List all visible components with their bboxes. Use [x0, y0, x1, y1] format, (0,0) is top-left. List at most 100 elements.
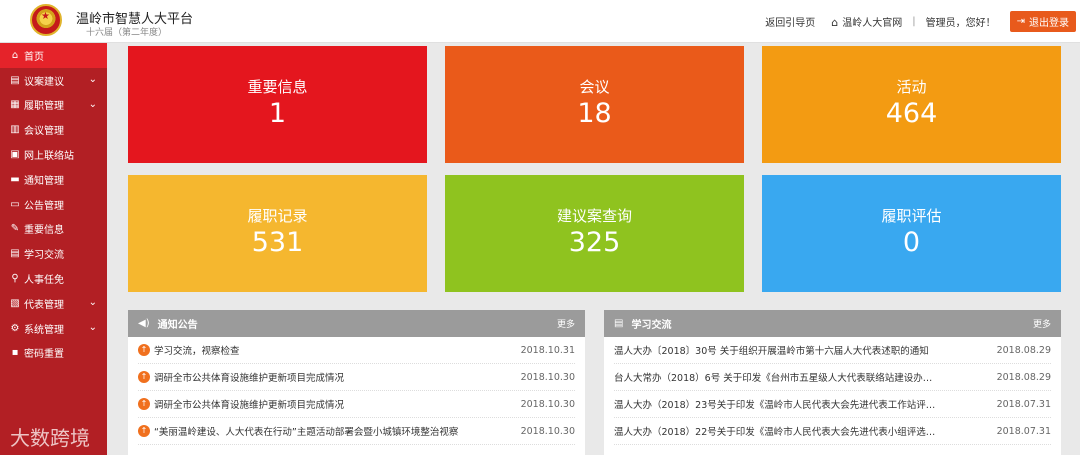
tile-value: 0 — [902, 227, 921, 258]
notice-row-text: 调研全市公共体育设施维护更新项目完成情况 — [154, 373, 345, 384]
notice-row-text: “美丽温岭建设、人大代表在行动”主题活动部署会暨小城镇环境整治视察 — [154, 427, 459, 438]
back-to-guide-link[interactable]: 返回引导页 — [757, 14, 823, 29]
sidebar-item-study-exchange[interactable]: ▤ 学习交流 — [0, 241, 107, 266]
station-icon: ▣ — [10, 149, 20, 161]
study-row[interactable]: 温人大办〔2018〕30号 关于组织开展温岭市第十六届人大代表述职的通知 2018… — [614, 337, 1051, 364]
notice-panel-header: ◀) 通知公告 更多 — [128, 310, 585, 337]
sidebar-item-notice-management[interactable]: ▬ 通知管理 — [0, 167, 107, 192]
tile-activities[interactable]: 活动 464 — [762, 46, 1061, 163]
sidebar-item-meeting-management[interactable]: ▥ 会议管理 — [0, 117, 107, 142]
tile-value: 1 — [268, 98, 287, 129]
notice-panel-title: 通知公告 — [157, 320, 198, 331]
lock-icon: ▪ — [11, 347, 19, 359]
gear-icon: ⚙ — [10, 322, 20, 334]
top-header: 温岭市智慧人大平台 十六届（第二年度） 返回引导页 ⌂温岭人大官网 | 管理员，… — [0, 0, 1080, 43]
site-subtitle: 十六届（第二年度） — [86, 28, 168, 38]
watermark: 大数跨境 — [10, 426, 90, 450]
national-emblem-logo — [30, 4, 62, 36]
arrow-up-icon: ↑ — [138, 371, 150, 383]
tile-value: 531 — [251, 227, 304, 258]
sidebar-item-home[interactable]: ⌂ 首页 — [0, 43, 107, 68]
arrow-up-icon: ↑ — [138, 398, 150, 410]
study-row-date: 2018.07.31 — [996, 398, 1051, 410]
header-actions: 返回引导页 ⌂ 温岭人大官网 | 管理员，您好！ ⇥ 退出登录 — [757, 0, 1080, 43]
sidebar-item-label: 重要信息 — [24, 225, 64, 237]
study-row-date: 2018.08.29 — [996, 371, 1051, 383]
calendar-icon: ▥ — [10, 124, 20, 136]
chevron-down-icon: ⌄ — [88, 321, 97, 333]
tile-label: 建议案查询 — [556, 207, 632, 225]
sidebar-item-announcement-management[interactable]: ▭ 公告管理 — [0, 192, 107, 217]
sidebar-item-label: 学习交流 — [24, 250, 64, 262]
sidebar-item-label: 议案建议 — [24, 76, 64, 88]
tile-important-info[interactable]: 重要信息 1 — [128, 46, 427, 163]
study-row-text: 温人大办〔2018〕30号 关于组织开展温岭市第十六届人大代表述职的通知 — [614, 346, 929, 357]
sidebar-item-important-info[interactable]: ✎ 重要信息 — [0, 217, 107, 242]
tile-proposal-query[interactable]: 建议案查询 325 — [445, 175, 744, 292]
notice-row-date: 2018.10.30 — [520, 371, 575, 383]
folder-icon: ▭ — [10, 198, 20, 210]
official-site-link[interactable]: ⌂ 温岭人大官网 — [823, 14, 910, 29]
notice-row[interactable]: ↑ 学习交流，视察检查 2018.10.31 — [138, 337, 575, 364]
sidebar-nav: ⌂ 首页 ▤ 议案建议 ⌄ ▦ 履职管理 ⌄ ▥ 会议管理 ▣ 网上联络站 ▬ 通知管理 ▭ 公告… — [0, 43, 107, 455]
sidebar-item-label: 公告管理 — [24, 200, 64, 212]
tile-label: 履职记录 — [247, 207, 308, 225]
sidebar-item-online-station[interactable]: ▣ 网上联络站 — [0, 142, 107, 167]
sidebar-item-password-reset[interactable]: ▪ 密码重置 — [0, 341, 107, 366]
study-panel-title: 学习交流 — [631, 320, 672, 331]
arrow-up-icon: ↑ — [138, 425, 150, 437]
notice-row[interactable]: ↑ “美丽温岭建设、人大代表在行动”主题活动部署会暨小城镇环境整治视察 2018.1… — [138, 418, 575, 445]
sidebar-item-representative-management[interactable]: ▧ 代表管理 ⌄ — [0, 291, 107, 316]
sidebar-item-label: 人事任免 — [24, 275, 64, 287]
chevron-down-icon: ⌄ — [88, 296, 97, 308]
tile-duty-records[interactable]: 履职记录 531 — [128, 175, 427, 292]
tile-label: 活动 — [896, 78, 927, 96]
home-icon: ⌂ — [11, 49, 19, 61]
megaphone-icon: ✎ — [10, 223, 20, 235]
notice-row-text: 学习交流，视察检查 — [154, 346, 240, 357]
pin-icon: ⚲ — [11, 273, 19, 285]
tile-duty-evaluation[interactable]: 履职评估 0 — [762, 175, 1061, 292]
study-row[interactable]: 台人大常办（2018）6号 关于印发《台州市五星级人大代表联络站建设办… 2018… — [614, 364, 1051, 391]
tile-label: 履职评估 — [881, 207, 942, 225]
tile-value: 18 — [577, 98, 612, 129]
tile-meetings[interactable]: 会议 18 — [445, 46, 744, 163]
study-row[interactable]: 温人大办（2018）23号关于印发《温岭市人民代表大会先进代表工作站评… 2018… — [614, 391, 1051, 418]
chevron-down-icon: ⌄ — [88, 73, 97, 85]
tile-value: 325 — [568, 227, 621, 258]
logout-button[interactable]: ⇥ 退出登录 — [1009, 11, 1076, 32]
header-separator: | — [912, 16, 916, 27]
sidebar-item-system-management[interactable]: ⚙ 系统管理 ⌄ — [0, 316, 107, 341]
study-row-text: 台人大常办（2018）6号 关于印发《台州市五星级人大代表联络站建设办… — [614, 373, 933, 384]
sidebar-item-label: 密码重置 — [24, 349, 64, 361]
sidebar-item-duty-management[interactable]: ▦ 履职管理 ⌄ — [0, 93, 107, 118]
briefcase-icon: ▦ — [10, 99, 20, 111]
home-icon: ⌂ — [831, 16, 839, 29]
notice-row[interactable]: ↑ 调研全市公共体育设施维护更新项目完成情况 2018.10.30 — [138, 364, 575, 391]
chart-icon: ▧ — [10, 297, 20, 309]
study-row-text: 温人大办（2018）22号关于印发《温岭市人民代表大会先进代表小组评选… — [614, 427, 936, 438]
notice-row[interactable]: ↑ 调研全市公共体育设施维护更新项目完成情况 2018.10.30 — [138, 391, 575, 418]
book-icon: ▤ — [10, 248, 20, 260]
sidebar-item-proposals[interactable]: ▤ 议案建议 ⌄ — [0, 68, 107, 93]
sidebar-item-personnel[interactable]: ⚲ 人事任免 — [0, 266, 107, 291]
sidebar-item-label: 履职管理 — [24, 101, 64, 113]
tile-label: 会议 — [579, 78, 610, 96]
study-panel-header: ▤ 学习交流 更多 — [604, 310, 1061, 337]
sidebar-item-label: 通知管理 — [24, 175, 64, 187]
study-row-text: 温人大办（2018）23号关于印发《温岭市人民代表大会先进代表工作站评… — [614, 400, 936, 411]
study-more-link[interactable]: 更多 — [1033, 317, 1051, 330]
official-site-label: 温岭人大官网 — [842, 18, 903, 29]
user-greeting: 管理员，您好！ — [925, 18, 996, 29]
arrow-up-icon: ↑ — [138, 344, 150, 356]
list-icon: ▤ — [614, 318, 624, 329]
sidebar-item-label: 系统管理 — [24, 324, 64, 336]
notice-panel: ◀) 通知公告 更多 ↑ 学习交流，视察检查 2018.10.31 ↑ 调研全市公共体… — [128, 310, 585, 455]
sidebar-item-label: 首页 — [24, 51, 44, 63]
logout-icon: ⇥ — [1016, 16, 1025, 27]
notice-row-date: 2018.10.31 — [520, 344, 575, 356]
study-row-date: 2018.08.29 — [996, 344, 1051, 356]
study-row[interactable]: 温人大办（2018）22号关于印发《温岭市人民代表大会先进代表小组评选… 2018… — [614, 418, 1051, 445]
notice-more-link[interactable]: 更多 — [557, 317, 575, 330]
document-icon: ▤ — [10, 74, 20, 86]
